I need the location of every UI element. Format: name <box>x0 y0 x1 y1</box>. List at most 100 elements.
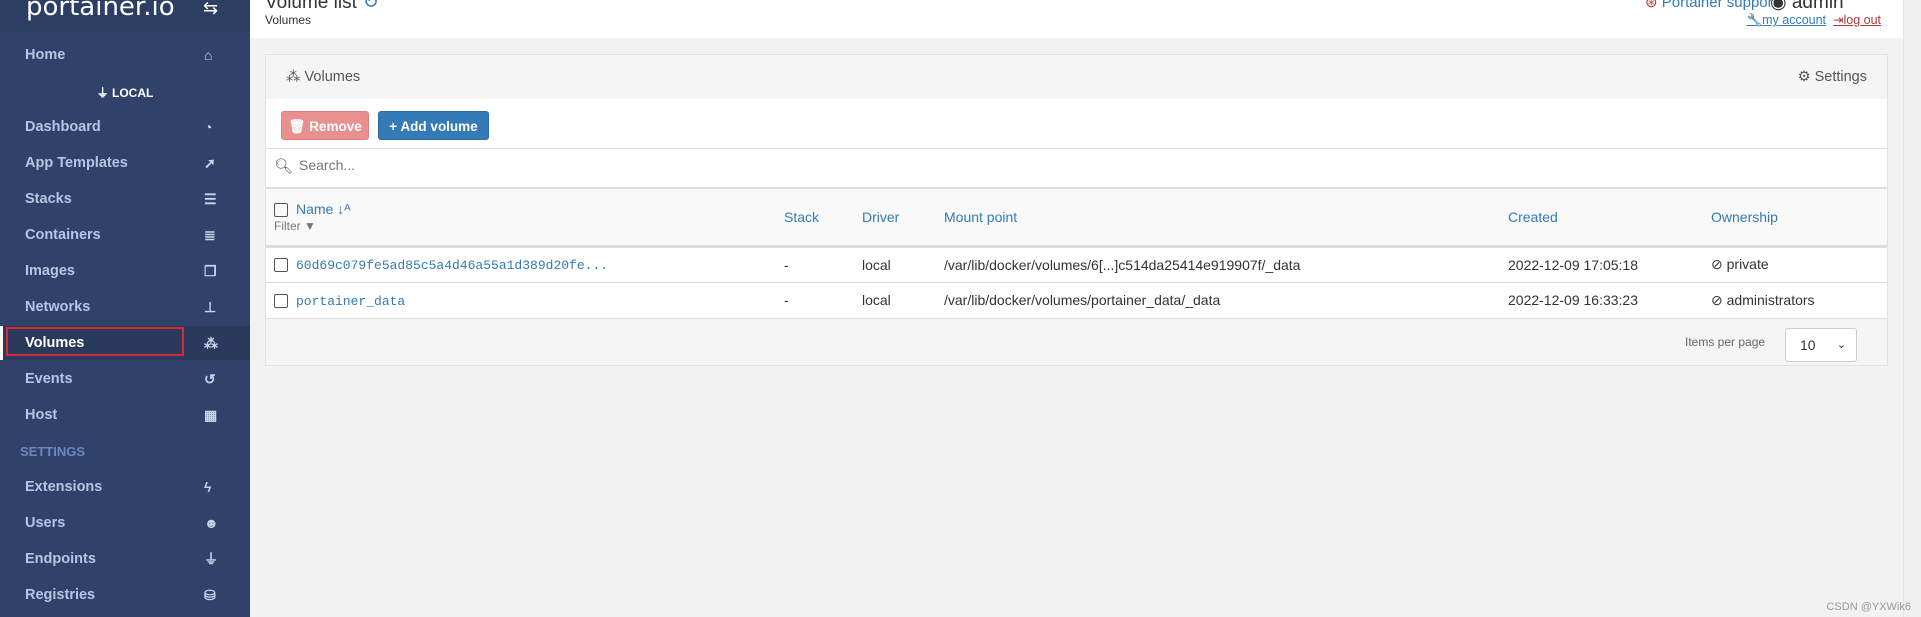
volumes-panel: ⁂ Volumes ⚙ Settings 🗑 Remove + Add volu… <box>265 54 1888 366</box>
life-ring-icon: ⊛ <box>1645 0 1658 11</box>
stack-cell: - <box>784 246 862 283</box>
watermark: CSDN @YXWik6 <box>1826 601 1911 613</box>
sidebar-item-label: Networks <box>25 299 91 315</box>
sidebar-item-endpoints[interactable]: Endpoints ⏚ <box>0 542 250 576</box>
sidebar-item-registries[interactable]: Registries ⛁ <box>0 578 250 612</box>
gear-icon: ⚙ <box>1797 69 1811 85</box>
filter-icon: ▼ <box>304 218 316 233</box>
mount-cell: /var/lib/docker/volumes/6[...]c514da2541… <box>944 246 1508 283</box>
settings-section-label: SETTINGS <box>20 444 86 459</box>
sidebar-item-networks[interactable]: Networks ⊥ <box>0 290 250 324</box>
server-icon: ≣ <box>204 227 216 243</box>
rocket-icon: ➚ <box>204 155 216 171</box>
ownership-header[interactable]: Ownership <box>1711 189 1887 248</box>
eye-slash-icon: ⊘ <box>1711 256 1723 272</box>
sidebar-item-label: Host <box>25 407 58 423</box>
sidebar-item-label: Home <box>25 47 66 63</box>
eye-slash-icon: ⊘ <box>1711 291 1723 308</box>
mount-header[interactable]: Mount point <box>944 189 1508 248</box>
sidebar-item-stacks[interactable]: Stacks ☰ <box>0 182 250 216</box>
home-icon: ⌂ <box>204 47 213 63</box>
sidebar-item-users[interactable]: Users ☻ <box>0 506 250 540</box>
volumes-table: Name ↓ᴬ Filter ▼ Stack Driver Mount point… <box>266 189 1887 319</box>
volume-name-link[interactable]: 60d69c079fe5ad85c5a4d46a55a1d389d20fe... <box>296 258 608 273</box>
sidebar-item-dashboard[interactable]: Dashboard ◔ <box>0 110 250 144</box>
sidebar-header: portainer.io ⇆ <box>0 0 250 32</box>
sidebar-item-label: App Templates <box>25 155 128 171</box>
sidebar-item-label: Events <box>25 371 73 387</box>
my-account-link[interactable]: 🔧my account <box>1747 13 1827 27</box>
bolt-icon: ϟ <box>204 479 212 495</box>
sort-name-header[interactable]: Name <box>296 201 333 217</box>
endpoint-label: ⏚ LOCAL <box>96 86 154 100</box>
page-header: Volume list ↻ Volumes ⊛ Portainer support… <box>250 0 1903 38</box>
sidebar-item-label: Stacks <box>25 191 72 207</box>
items-per-page-select[interactable]: 10 ⌄ <box>1785 327 1857 362</box>
database-icon: ⛁ <box>204 587 216 603</box>
panel-title: Volumes <box>304 69 361 85</box>
driver-header[interactable]: Driver <box>862 189 944 248</box>
sidebar-item-containers[interactable]: Containers ≣ <box>0 218 250 252</box>
search-icon: 🔍︎ <box>274 158 294 175</box>
logo[interactable]: portainer.io <box>26 0 175 22</box>
filter-button[interactable]: Filter ▼ <box>274 219 784 233</box>
sort-alpha-icon: ↓ᴬ <box>337 200 351 217</box>
stack-cell: - <box>784 282 862 319</box>
driver-cell: local <box>862 282 944 319</box>
ownership-cell: administrators <box>1726 291 1815 308</box>
sidebar-item-label: Registries <box>25 587 96 603</box>
table-row: 60d69c079fe5ad85c5a4d46a55a1d389d20fe...… <box>266 246 1887 283</box>
created-cell: 2022-12-09 16:33:23 <box>1508 282 1711 319</box>
users-icon: ☻ <box>204 515 219 531</box>
sidebar-item-home[interactable]: Home ⌂ <box>0 38 250 72</box>
mount-cell: /var/lib/docker/volumes/portainer_data/_… <box>944 282 1508 319</box>
ownership-cell: private <box>1726 256 1769 272</box>
tachometer-icon: ◔ <box>204 119 213 135</box>
items-per-page-label: Items per page <box>1685 334 1766 349</box>
volume-name-link[interactable]: portainer_data <box>296 294 405 309</box>
highlight-box <box>6 327 184 356</box>
toggle-sidebar-icon[interactable]: ⇆ <box>203 0 218 19</box>
sidebar-item-label: Containers <box>25 227 101 243</box>
driver-cell: local <box>862 246 944 283</box>
search-input[interactable] <box>299 157 899 173</box>
created-header[interactable]: Created <box>1508 189 1711 248</box>
row-checkbox[interactable] <box>274 258 288 273</box>
row-checkbox[interactable] <box>274 293 288 308</box>
sidebar-item-label: Extensions <box>25 479 103 495</box>
history-icon: ↺ <box>204 371 216 387</box>
sidebar-item-images[interactable]: Images ❐ <box>0 254 250 288</box>
support-link[interactable]: ⊛ Portainer support <box>1645 0 1777 11</box>
stack-header[interactable]: Stack <box>784 189 862 248</box>
log-out-link[interactable]: ⇥log out <box>1833 13 1881 27</box>
refresh-icon[interactable]: ↻ <box>363 0 379 13</box>
table-row: portainer_data - local /var/lib/docker/v… <box>266 282 1887 319</box>
sidebar: portainer.io ⇆ Home ⌂ Dashboard ◔ App Templa… <box>0 0 250 617</box>
scrollbar[interactable] <box>1903 0 1921 617</box>
sidebar-item-volumes[interactable]: Volumes ⁂ <box>0 326 250 360</box>
page-title: Volume list <box>265 0 357 13</box>
grid-icon: ▦ <box>204 407 218 423</box>
created-cell: 2022-12-09 17:05:18 <box>1508 246 1711 283</box>
sidebar-item-label: Users <box>25 515 66 531</box>
settings-button[interactable]: ⚙ Settings <box>1798 55 1867 99</box>
sidebar-item-label: Endpoints <box>25 551 96 567</box>
cubes-icon: ⁂ <box>204 335 218 351</box>
clone-icon: ❐ <box>204 263 217 279</box>
breadcrumb: Volumes <box>265 13 312 27</box>
trash-icon: 🗑 <box>288 119 306 134</box>
sidebar-item-host[interactable]: Host ▦ <box>0 398 250 432</box>
sidebar-item-label: Dashboard <box>25 119 101 135</box>
plug-icon: ⏚ <box>204 551 218 567</box>
chevron-down-icon: ⌄ <box>1836 338 1846 351</box>
sidebar-item-app-templates[interactable]: App Templates ➚ <box>0 146 250 180</box>
list-icon: ☰ <box>204 191 217 207</box>
add-volume-button[interactable]: + Add volume <box>378 111 489 140</box>
sidebar-item-events[interactable]: Events ↺ <box>0 362 250 396</box>
sidebar-item-extensions[interactable]: Extensions ϟ <box>0 470 250 504</box>
remove-button[interactable]: 🗑 Remove <box>281 111 369 140</box>
sidebar-item-label: Images <box>25 263 75 279</box>
select-all-checkbox[interactable] <box>274 202 288 217</box>
cubes-icon: ⁂ <box>286 69 301 85</box>
sitemap-icon: ⊥ <box>204 299 217 315</box>
